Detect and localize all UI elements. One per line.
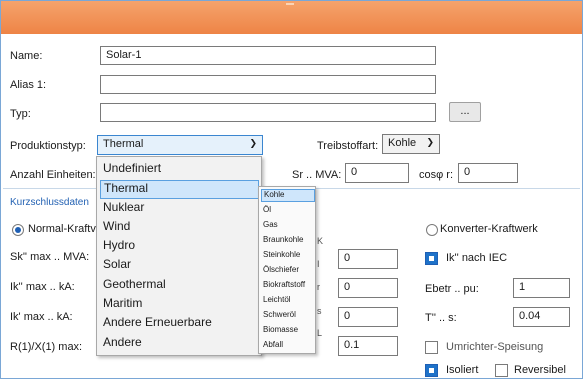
treibstoff-option[interactable]: Schweröl [261,310,296,319]
treibstoff-option[interactable]: Öl [261,205,271,214]
kurzschluss-value-4[interactable]: 0.1 [338,336,398,356]
produktionstyp-option[interactable]: Andere Erneuerbare [100,315,212,329]
sr-input[interactable]: 0 [345,163,409,183]
treibstoff-option[interactable]: Gas [261,220,278,229]
produktionstyp-value: Thermal [103,138,144,150]
kurzschluss-value-2[interactable]: 0 [338,278,398,298]
treibstoff-option[interactable]: Biomasse [261,325,298,334]
konverter-kraftwerk-radio[interactable] [426,224,438,236]
treibstoff-option[interactable]: Leichtöl [261,295,291,304]
chevron-down-icon: ❯ [249,138,257,148]
produktionstyp-combo[interactable]: Thermal ❯ [97,135,263,155]
produktionstyp-option[interactable]: Solar [100,257,131,271]
kurzschluss-section-link[interactable]: Kurzschlussdaten [10,197,89,208]
r1x1-label: R(1)/X(1) max: [10,341,83,353]
chevron-down-icon: ❯ [426,137,434,147]
produktionstyp-option[interactable]: Andere [100,335,142,349]
alias-label: Alias 1: [10,79,47,91]
typ-browse-button[interactable]: ... [449,102,481,122]
treibstoff-submenu: Kohle Öl Gas Braunkohle Steinkohle Ölsch… [258,186,316,354]
ik-max-label: Ik'' max .. kA: [10,281,75,293]
produktionstyp-option[interactable]: Geothermal [100,277,166,291]
dialog-header [1,1,582,34]
reversibel-checkbox[interactable] [495,364,508,377]
ik-iec-label: Ik'' nach IEC [446,252,508,264]
t-input[interactable]: 0.04 [513,307,570,327]
produktionstyp-option[interactable]: Wind [100,219,130,233]
kurzschluss-value-1[interactable]: 0 [338,249,398,269]
ebetr-input[interactable]: 1 [513,278,570,298]
treibstoffart-label: Treibstoffart: [317,140,379,152]
hidden-label-fragment: K [317,236,324,246]
kurzschluss-value-3[interactable]: 0 [338,307,398,327]
produktionstyp-option[interactable]: Undefiniert [100,161,161,175]
ebetr-label: Ebetr .. pu: [425,283,479,295]
anzahl-label: Anzahl Einheiten: [10,169,96,181]
alias-input[interactable] [100,75,436,94]
treibstoff-option[interactable]: Braunkohle [261,235,303,244]
treibstoff-option[interactable]: Abfall [261,340,283,349]
treibstoffart-value: Kohle [388,137,417,149]
normal-kraftwerk-label: Normal-Kraftv [28,223,96,235]
produktionstyp-label: Produktionstyp: [10,140,86,152]
umrichter-checkbox[interactable] [425,341,438,354]
hidden-label-fragment: L [317,328,323,338]
t-label: T'' .. s: [425,312,457,324]
typ-label: Typ: [10,108,31,120]
isoliert-checkbox[interactable] [425,364,438,377]
hidden-label-fragment: s [317,306,322,316]
cosphi-input[interactable]: 0 [458,163,518,183]
produktionstyp-option[interactable]: Maritim [100,296,142,310]
treibstoff-option[interactable]: Biokraftstoff [261,280,305,289]
umrichter-label: Umrichter-Speisung [446,341,544,353]
produktionstyp-dropdown: Undefiniert Thermal Nuklear Wind Hydro S… [96,156,262,356]
ik-prime-label: Ik' max .. kA: [10,311,73,323]
ik-iec-checkbox[interactable] [425,252,438,265]
hidden-label-fragment: r [317,282,320,292]
sk-label: Sk'' max .. MVA: [10,251,90,263]
isoliert-label: Isoliert [446,364,479,376]
name-label: Name: [10,50,43,62]
cosphi-label: cosφ r: [419,169,454,181]
treibstoffart-combo[interactable]: Kohle ❯ [382,134,440,154]
normal-kraftwerk-radio[interactable] [12,224,24,236]
treibstoff-option-selected[interactable]: Kohle [261,189,315,202]
reversibel-label: Reversibel [514,364,566,376]
produktionstyp-option-selected[interactable]: Thermal [100,180,259,199]
produktionstyp-option[interactable]: Nuklear [100,200,144,214]
sr-label: Sr .. MVA: [292,169,342,181]
name-input[interactable]: Solar-1 [100,46,436,65]
treibstoff-option[interactable]: Steinkohle [261,250,300,259]
treibstoff-option[interactable]: Ölschiefer [261,265,299,274]
produktionstyp-option[interactable]: Hydro [100,238,135,252]
header-grip[interactable] [286,3,294,5]
hidden-label-fragment: I [317,259,320,269]
typ-input[interactable] [100,103,436,122]
konverter-kraftwerk-label: Konverter-Kraftwerk [440,223,538,235]
